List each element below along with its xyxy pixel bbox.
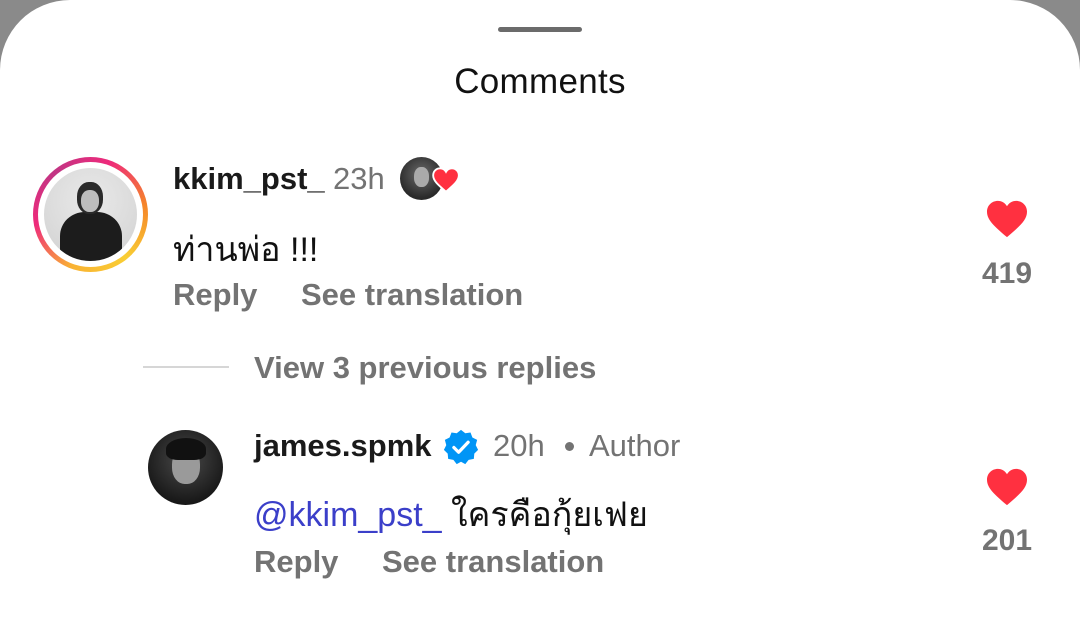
view-previous-replies-button[interactable]: View 3 previous replies	[254, 350, 596, 386]
reply-button[interactable]: Reply	[254, 544, 338, 580]
mention-link[interactable]: @kkim_pst_	[254, 496, 442, 534]
avatar[interactable]	[148, 430, 223, 505]
small-heart-icon	[432, 167, 460, 193]
comment-username[interactable]: kkim_pst_	[173, 161, 325, 197]
like-count[interactable]: 201	[967, 524, 1047, 558]
reply-text: @kkim_pst_ ใครคือกุ้ยเฟย	[254, 487, 648, 541]
comments-sheet: Comments kkim_pst_ 23h ท่านพ่อ !!! Reply…	[0, 0, 1080, 640]
avatar-hair	[166, 438, 206, 460]
heart-icon[interactable]	[985, 467, 1029, 507]
drag-handle[interactable]	[498, 27, 582, 32]
avatar-face	[81, 190, 99, 212]
see-translation-button[interactable]: See translation	[382, 544, 604, 580]
like-count[interactable]: 419	[967, 257, 1047, 291]
reply-body: ใครคือกุ้ยเฟย	[441, 496, 648, 534]
author-liked-avatar-face	[414, 167, 429, 187]
comment-time: 23h	[333, 161, 385, 196]
reply-button[interactable]: Reply	[173, 277, 257, 313]
verified-badge-icon	[443, 429, 479, 465]
avatar-story-ring[interactable]	[33, 157, 148, 272]
replies-divider	[143, 366, 229, 368]
author-label: Author	[589, 428, 681, 463]
avatar-body	[60, 212, 122, 261]
separator-dot	[565, 442, 574, 451]
reply-username[interactable]: james.spmk	[254, 428, 432, 464]
reply-time: 20h	[493, 428, 545, 463]
comment-text: ท่านพ่อ !!!	[173, 231, 319, 269]
sheet-title: Comments	[454, 62, 626, 101]
heart-icon[interactable]	[985, 199, 1029, 239]
avatar	[44, 168, 137, 261]
see-translation-button[interactable]: See translation	[301, 277, 523, 313]
